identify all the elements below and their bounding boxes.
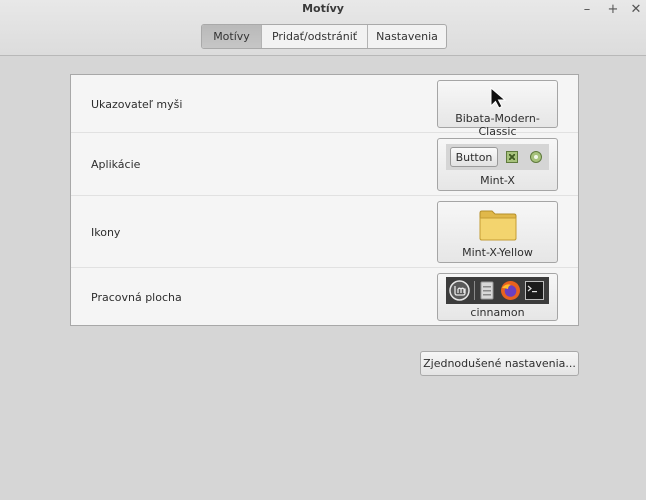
desktop-theme-button[interactable]: cinnamon <box>437 273 558 321</box>
preview-button: Button <box>450 147 498 167</box>
cursor-arrow-icon <box>490 87 507 109</box>
icons-theme-button[interactable]: Mint-X-Yellow <box>437 201 558 263</box>
mint-menu-icon <box>449 280 470 301</box>
minimize-icon: – <box>583 1 591 17</box>
row-desktop: Pracovná plocha cinnamon <box>71 268 578 325</box>
radio-icon <box>530 151 542 163</box>
applications-theme-button[interactable]: Button Mint-X <box>437 138 558 191</box>
cursor-theme-button[interactable]: Bibata-Modern-Classic <box>437 80 558 138</box>
folder-icon <box>479 210 517 241</box>
desktop-theme-name: cinnamon <box>470 306 525 319</box>
close-button[interactable]: ✕ <box>625 0 646 18</box>
icons-theme-name: Mint-X-Yellow <box>462 246 533 259</box>
theme-panel: Ukazovateľ myši Bibata-Modern-Classic Ap… <box>70 74 579 326</box>
maximize-icon: + <box>607 1 619 17</box>
panel-preview <box>446 277 549 304</box>
checkbox-icon <box>506 151 518 163</box>
tab-settings[interactable]: Nastavenia <box>368 25 446 48</box>
firefox-icon <box>501 281 520 300</box>
row-applications: Aplikácie Button Mint-X <box>71 133 578 196</box>
window-title: Motívy <box>302 2 344 15</box>
tab-switcher: Motívy Pridať/odstrániť Nastavenia <box>201 24 447 49</box>
file-manager-icon <box>480 281 494 300</box>
applications-theme-name: Mint-X <box>480 174 515 187</box>
maximize-button[interactable]: + <box>602 0 624 18</box>
row-cursor: Ukazovateľ myši Bibata-Modern-Classic <box>71 75 578 138</box>
tab-add-remove[interactable]: Pridať/odstrániť <box>262 25 368 48</box>
row-icons: Ikony Mint-X-Yellow <box>71 196 578 268</box>
panel-separator <box>474 281 475 300</box>
simplified-settings-button[interactable]: Zjednodušené nastavenia... <box>420 351 579 376</box>
tab-themes[interactable]: Motívy <box>202 25 262 48</box>
desktop-label: Pracovná plocha <box>91 291 182 304</box>
cursor-label: Ukazovateľ myši <box>91 98 183 111</box>
header-bar: Motívy – + ✕ Motívy Pridať/odstrániť Nas… <box>0 0 646 56</box>
close-icon: ✕ <box>630 1 642 17</box>
terminal-icon <box>525 281 544 300</box>
icons-label: Ikony <box>91 226 121 239</box>
minimize-button[interactable]: – <box>576 0 598 18</box>
gtk-preview: Button <box>446 144 549 170</box>
applications-label: Aplikácie <box>91 158 141 171</box>
